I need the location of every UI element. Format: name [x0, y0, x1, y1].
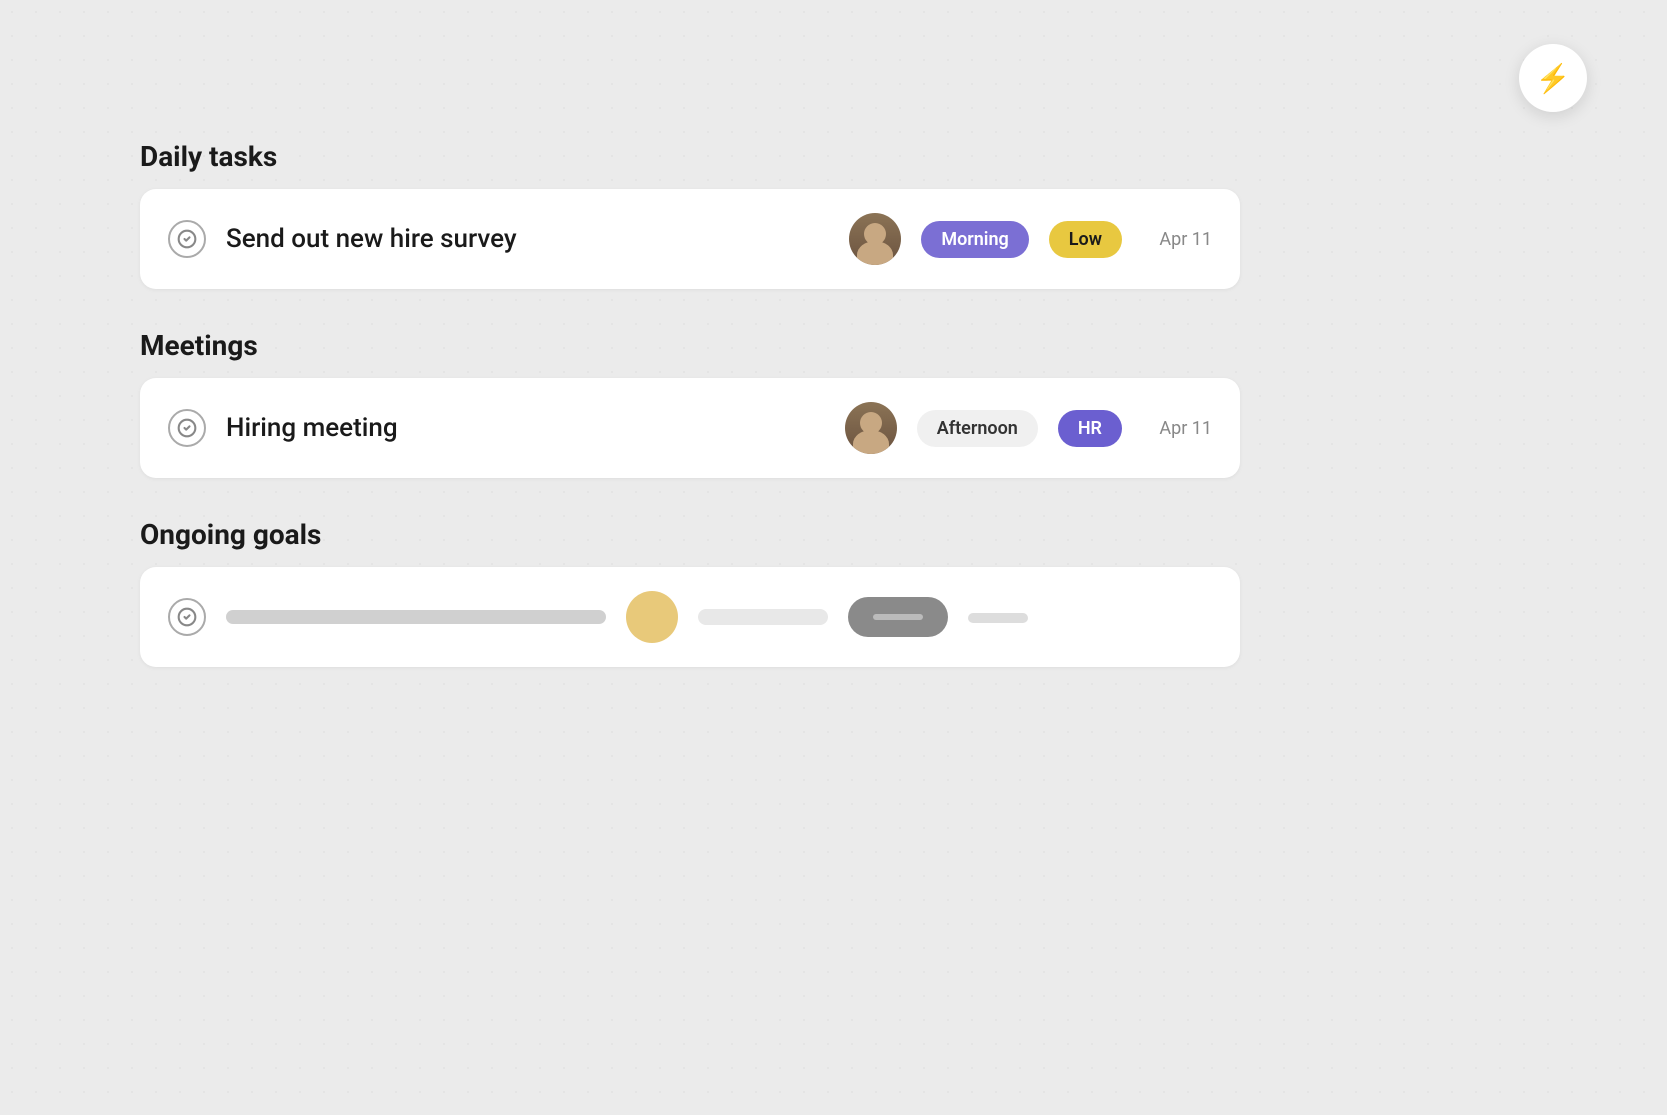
- section-title-meetings: Meetings: [140, 329, 1240, 362]
- lightning-icon: ⚡: [1536, 62, 1571, 95]
- priority-badge-task1[interactable]: Low: [1049, 221, 1122, 258]
- priority-badge-meeting1[interactable]: HR: [1058, 410, 1122, 447]
- check-icon-task1[interactable]: [168, 220, 206, 258]
- check-icon-goal1[interactable]: [168, 598, 206, 636]
- avatar-task1: [849, 213, 901, 265]
- avatar-meeting1: [845, 402, 897, 454]
- section-daily-tasks: Daily tasks Send out new hire survey Mor…: [140, 140, 1240, 289]
- daily-tasks-card: Send out new hire survey Morning Low Apr…: [140, 189, 1240, 289]
- meeting-row[interactable]: Hiring meeting Afternoon HR Apr 11: [168, 378, 1212, 478]
- section-meetings: Meetings Hiring meeting Afternoon HR Apr…: [140, 329, 1240, 478]
- fab-button[interactable]: ⚡: [1519, 44, 1587, 112]
- time-badge-meeting1[interactable]: Afternoon: [917, 410, 1038, 447]
- meeting-name-1: Hiring meeting: [226, 413, 825, 443]
- goal-priority-placeholder: [873, 614, 923, 620]
- goal-text-placeholder: [226, 610, 606, 624]
- check-icon-meeting1[interactable]: [168, 409, 206, 447]
- meetings-card: Hiring meeting Afternoon HR Apr 11: [140, 378, 1240, 478]
- ongoing-goals-card: [140, 567, 1240, 667]
- date-goal1: [968, 607, 1038, 628]
- time-badge-task1[interactable]: Morning: [921, 221, 1028, 258]
- avatar-goal1: [626, 591, 678, 643]
- task-row[interactable]: Send out new hire survey Morning Low Apr…: [168, 189, 1212, 289]
- time-badge-goal1[interactable]: [698, 609, 828, 625]
- goal-row[interactable]: [168, 567, 1212, 667]
- date-meeting1: Apr 11: [1142, 418, 1212, 439]
- section-title-ongoing-goals: Ongoing goals: [140, 518, 1240, 551]
- section-title-daily-tasks: Daily tasks: [140, 140, 1240, 173]
- priority-badge-goal1[interactable]: [848, 597, 948, 637]
- date-task1: Apr 11: [1142, 229, 1212, 250]
- section-ongoing-goals: Ongoing goals: [140, 518, 1240, 667]
- task-name-1: Send out new hire survey: [226, 224, 829, 254]
- main-container: Daily tasks Send out new hire survey Mor…: [140, 140, 1240, 707]
